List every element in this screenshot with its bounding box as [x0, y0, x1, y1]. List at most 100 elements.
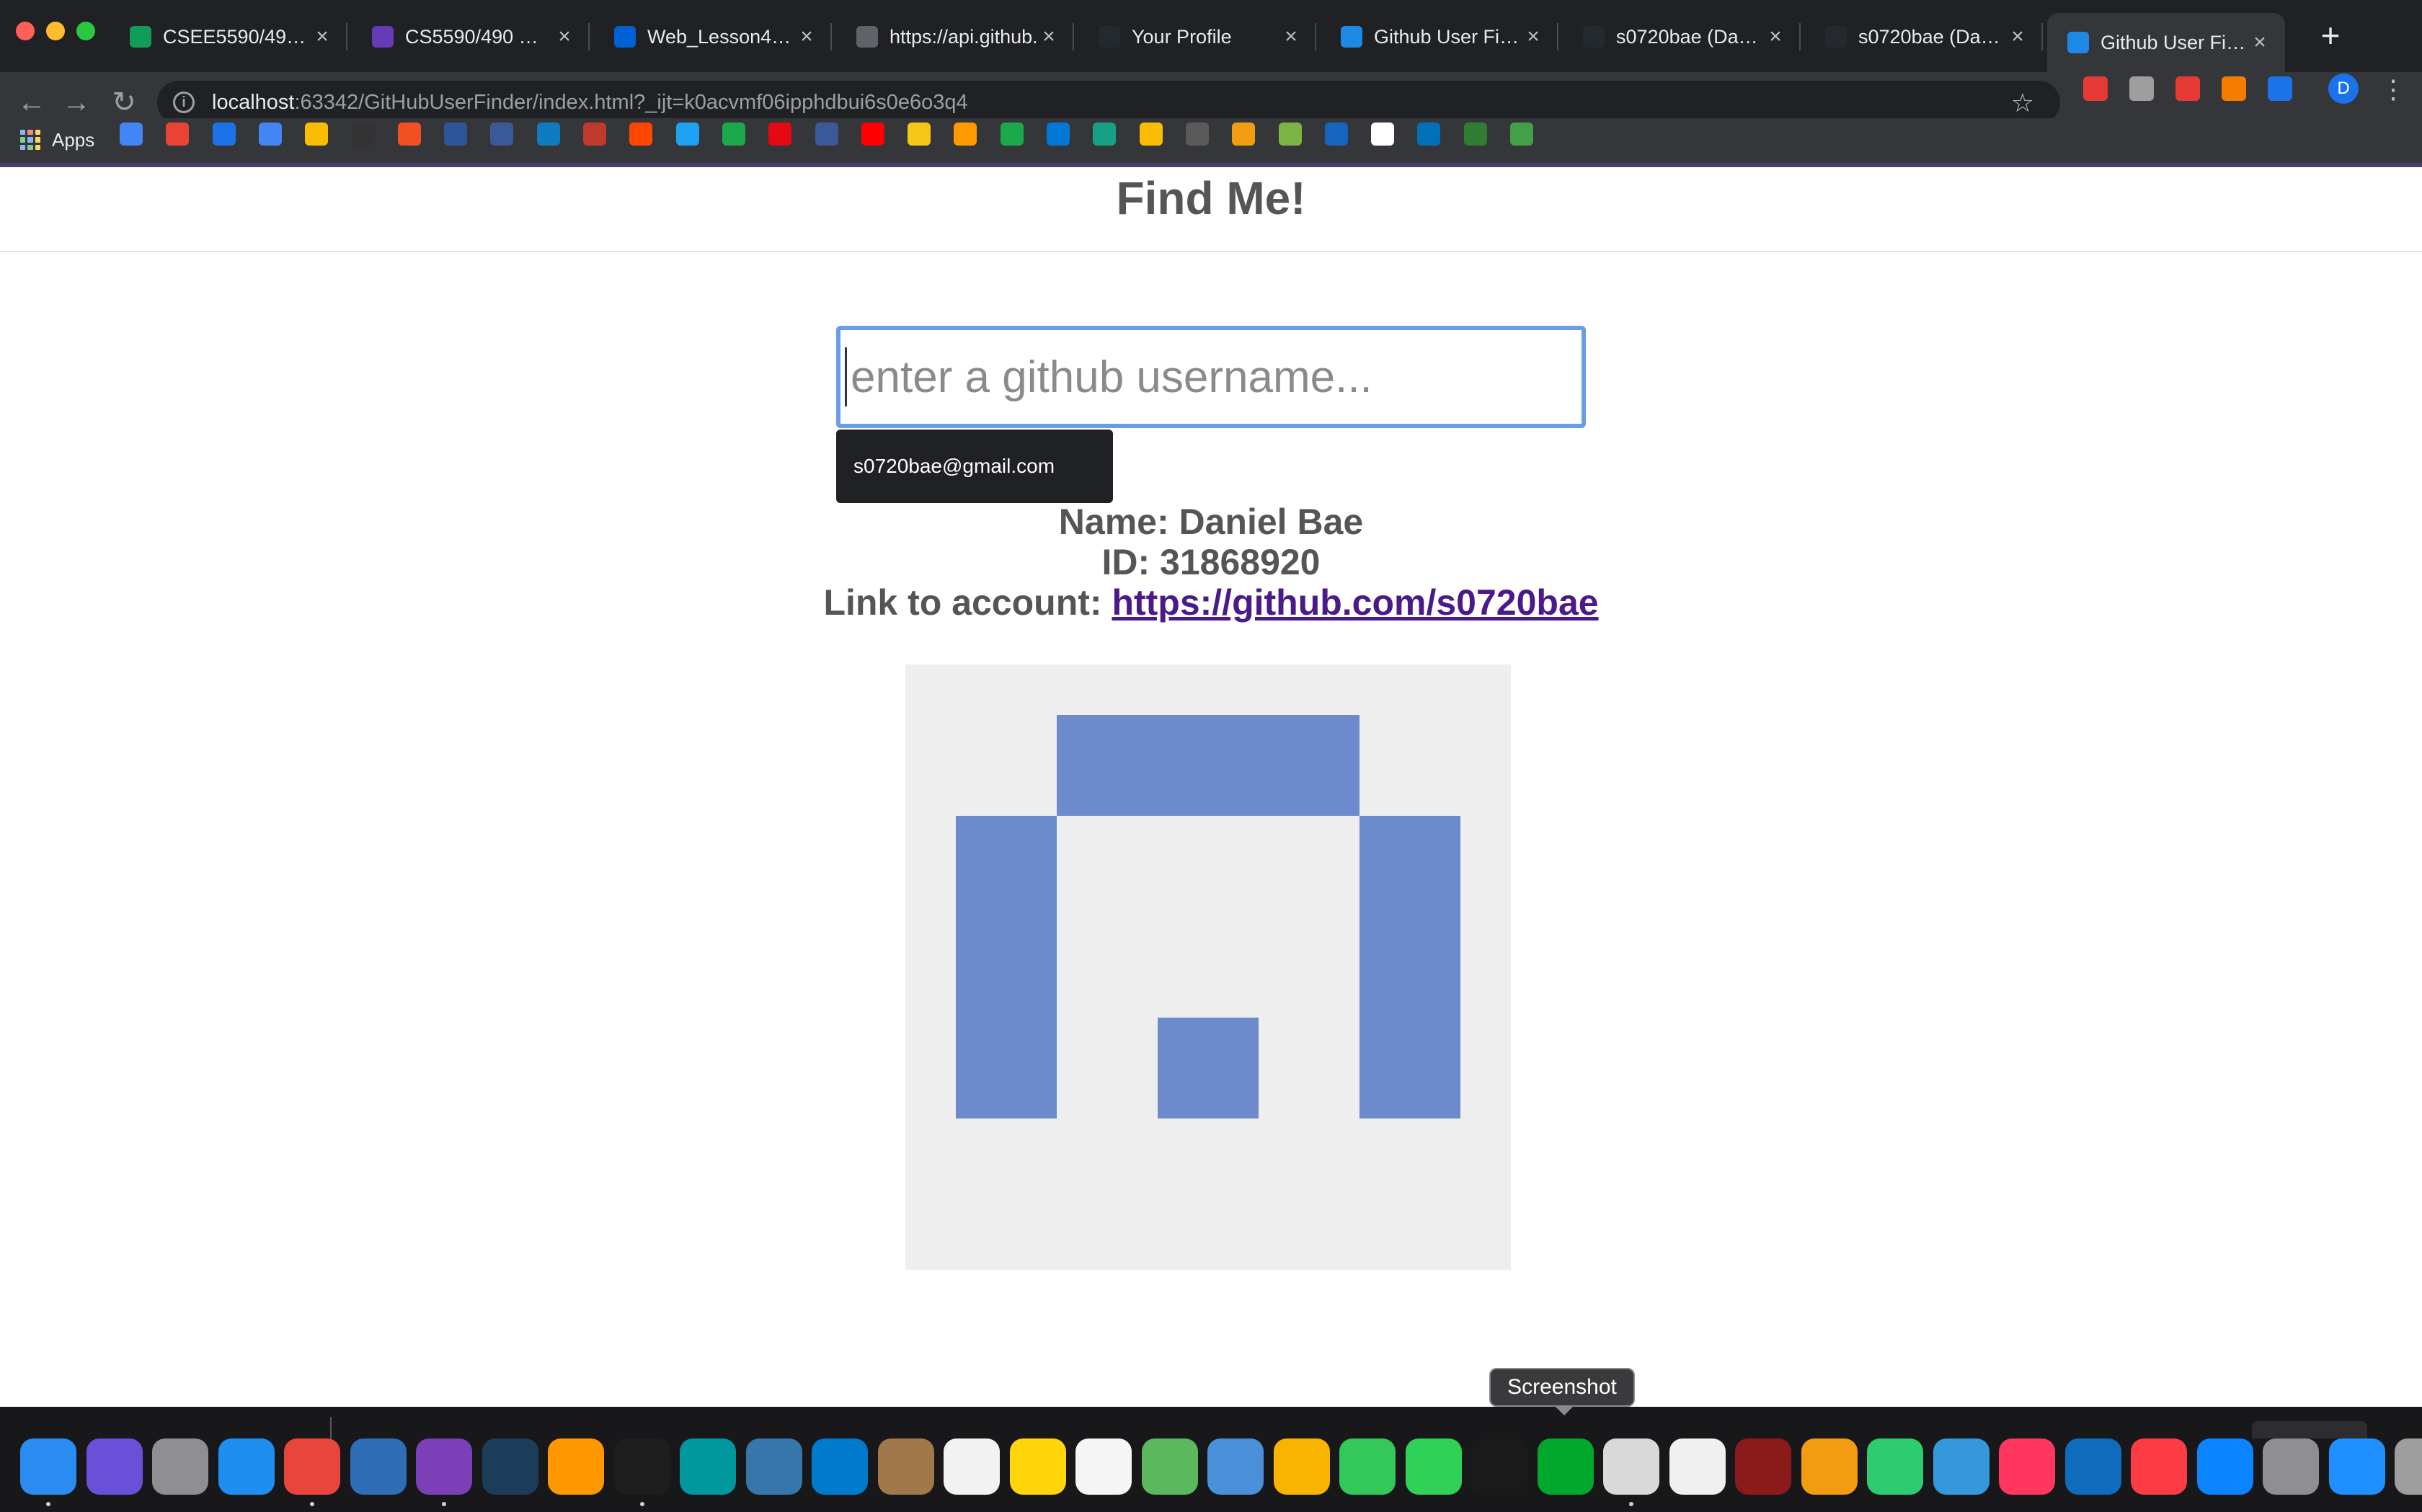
browser-tab[interactable]: CSEE5590/490: W ×: [110, 13, 347, 61]
bookmark-favicon-icon[interactable]: [305, 123, 329, 146]
browser-menu-icon[interactable]: ⋮: [2380, 72, 2406, 107]
messages-icon[interactable]: [1339, 1438, 1396, 1495]
window-minimize-button[interactable]: [46, 22, 65, 40]
browser-tab[interactable]: s0720bae (Daniel ×: [1563, 13, 1801, 61]
bookmark-star-icon[interactable]: ☆: [2011, 88, 2034, 118]
bookmark-favicon-icon[interactable]: [1000, 123, 1024, 146]
music-icon[interactable]: [2131, 1438, 2187, 1495]
keynote-icon[interactable]: [1933, 1438, 1990, 1495]
finder-icon[interactable]: [20, 1438, 76, 1495]
autofill-suggestion[interactable]: s0720bae@gmail.com: [836, 430, 1113, 503]
downloads-icon[interactable]: [2329, 1438, 2385, 1495]
account-link[interactable]: https://github.com/s0720bae: [1112, 582, 1598, 623]
app-store-icon[interactable]: [2197, 1438, 2253, 1495]
bookmark-favicon-icon[interactable]: [1371, 123, 1395, 146]
siri-icon[interactable]: [86, 1438, 143, 1495]
bookmark-favicon-icon[interactable]: [351, 123, 375, 146]
browser-extension-icon[interactable]: [2175, 76, 2200, 101]
trash-icon[interactable]: [2395, 1438, 2422, 1495]
browser-tab[interactable]: CS5590/490 Web ×: [352, 13, 590, 61]
notes-icon[interactable]: [1010, 1438, 1066, 1495]
bookmark-favicon-icon[interactable]: [722, 123, 745, 146]
bookmark-favicon-icon[interactable]: [1417, 123, 1441, 146]
back-arrow-icon[interactable]: ←: [14, 85, 49, 120]
evernote-icon[interactable]: [1538, 1438, 1594, 1495]
brackets-icon[interactable]: [482, 1438, 538, 1495]
apps-shortcut[interactable]: Apps: [20, 125, 94, 154]
site-info-icon[interactable]: i: [173, 92, 195, 113]
bookmark-favicon-icon[interactable]: [954, 123, 977, 146]
bookmark-favicon-icon[interactable]: [1463, 123, 1487, 146]
browser-tab[interactable]: s0720bae (Daniel ×: [1805, 13, 2043, 61]
tab-close-icon[interactable]: ×: [2249, 30, 2271, 55]
bookmark-favicon-icon[interactable]: [675, 123, 699, 146]
bookmark-favicon-icon[interactable]: [1278, 123, 1302, 146]
vscode-icon[interactable]: [812, 1438, 868, 1495]
bookmark-favicon-icon[interactable]: [1093, 123, 1117, 146]
facetime-icon[interactable]: [1406, 1438, 1462, 1495]
system-preferences-icon[interactable]: [2263, 1438, 2319, 1495]
calendar-icon[interactable]: [944, 1438, 1000, 1495]
archive-utility-icon[interactable]: [878, 1438, 934, 1495]
arduino-icon[interactable]: [680, 1438, 736, 1495]
address-bar[interactable]: i localhost:63342/GitHubUserFinder/index…: [157, 81, 2060, 124]
browser-extension-icon[interactable]: [2083, 76, 2108, 101]
bookmark-favicon-icon[interactable]: [1047, 123, 1070, 146]
kindle-icon[interactable]: [1471, 1438, 1527, 1495]
bookmark-favicon-icon[interactable]: [1510, 123, 1533, 146]
python-launcher-icon[interactable]: [746, 1438, 802, 1495]
edge-icon[interactable]: [2065, 1438, 2121, 1495]
browser-tab[interactable]: Web_Lesson4.doc ×: [594, 13, 832, 61]
bookmark-favicon-icon[interactable]: [444, 123, 468, 146]
tab-close-icon[interactable]: ×: [1280, 25, 1302, 49]
reload-icon[interactable]: ↻: [107, 85, 141, 120]
window-close-button[interactable]: [16, 22, 35, 40]
preview-icon[interactable]: [1207, 1438, 1264, 1495]
webstorm-icon[interactable]: [614, 1438, 670, 1495]
textedit-icon[interactable]: [1669, 1438, 1726, 1495]
sublime-text-icon[interactable]: [548, 1438, 604, 1495]
tab-close-icon[interactable]: ×: [2007, 25, 2028, 49]
bookmark-favicon-icon[interactable]: [583, 123, 606, 146]
reminders-icon[interactable]: [1075, 1438, 1132, 1495]
browser-extension-icon[interactable]: [2129, 76, 2154, 101]
bookmark-favicon-icon[interactable]: [629, 123, 653, 146]
bookmark-favicon-icon[interactable]: [861, 123, 884, 146]
chrome-icon[interactable]: [284, 1438, 340, 1495]
github-username-input[interactable]: [836, 326, 1586, 428]
tab-close-icon[interactable]: ×: [796, 25, 817, 49]
browser-tab[interactable]: Github User Finde ×: [2047, 13, 2285, 72]
new-tab-button[interactable]: +: [2312, 17, 2348, 53]
browser-tab[interactable]: https://api.github. ×: [836, 13, 1074, 61]
bookmark-favicon-icon[interactable]: [258, 123, 282, 146]
browser-extension-icon[interactable]: [2268, 76, 2292, 101]
profile-avatar[interactable]: D: [2328, 74, 2359, 104]
window-zoom-button[interactable]: [76, 22, 95, 40]
bookmark-favicon-icon[interactable]: [815, 123, 838, 146]
bookmark-favicon-icon[interactable]: [768, 123, 792, 146]
tab-close-icon[interactable]: ×: [311, 25, 333, 49]
bookmark-favicon-icon[interactable]: [1139, 123, 1163, 146]
tab-close-icon[interactable]: ×: [1765, 25, 1786, 49]
browser-extension-icon[interactable]: [2222, 76, 2246, 101]
photos-icon[interactable]: [1274, 1438, 1330, 1495]
bookmark-favicon-icon[interactable]: [1185, 123, 1209, 146]
screenshot-icon[interactable]: [1603, 1438, 1659, 1495]
tab-close-icon[interactable]: ×: [554, 25, 575, 49]
bookmark-favicon-icon[interactable]: [1232, 123, 1256, 146]
macos-installer-icon[interactable]: [350, 1438, 407, 1495]
bookmark-favicon-icon[interactable]: [166, 123, 190, 146]
browser-tab[interactable]: Your Profile ×: [1078, 13, 1316, 61]
numbers-icon[interactable]: [1867, 1438, 1923, 1495]
safari-icon[interactable]: [218, 1438, 275, 1495]
bookmark-favicon-icon[interactable]: [212, 123, 236, 146]
browser-tab[interactable]: Github User Finde ×: [1321, 13, 1558, 61]
tab-close-icon[interactable]: ×: [1522, 25, 1544, 49]
dictionary-icon[interactable]: [1735, 1438, 1791, 1495]
pages-icon[interactable]: [1801, 1438, 1858, 1495]
github-desktop-icon[interactable]: [416, 1438, 472, 1495]
bookmark-favicon-icon[interactable]: [490, 123, 514, 146]
bookmark-favicon-icon[interactable]: [120, 123, 143, 146]
launchpad-icon[interactable]: [152, 1438, 208, 1495]
maps-icon[interactable]: [1142, 1438, 1198, 1495]
